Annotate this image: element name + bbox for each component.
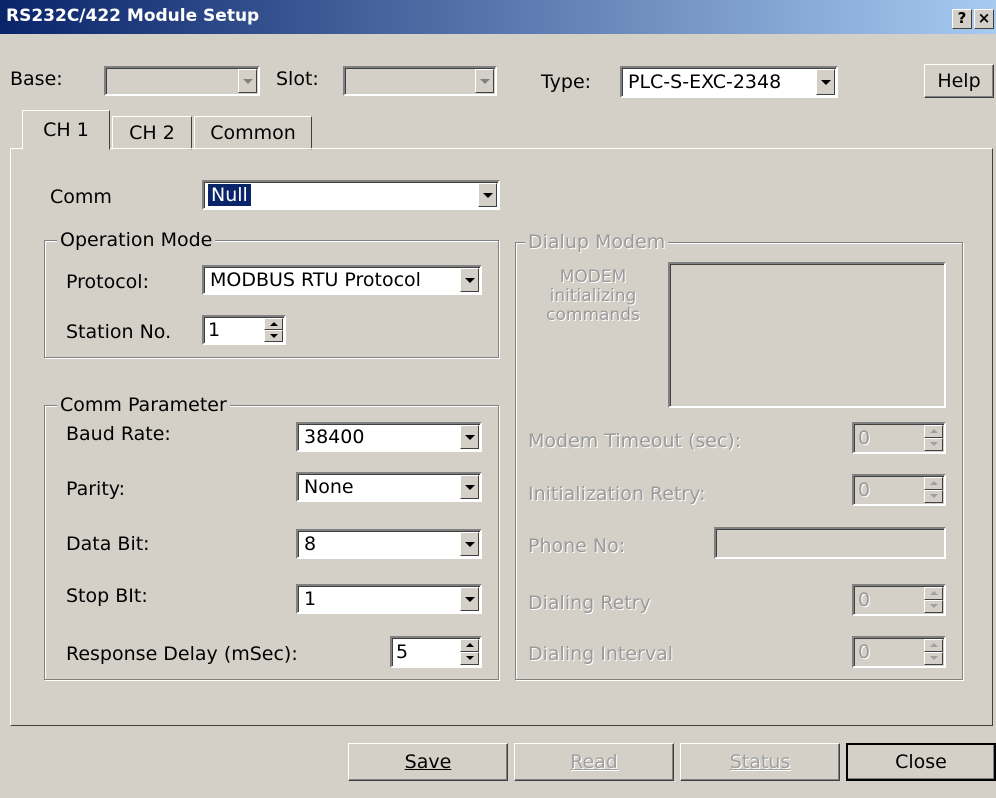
- dialing-retry-spinner[interactable]: 0: [852, 584, 946, 616]
- spin-up-icon[interactable]: [924, 587, 943, 600]
- spin-down-icon[interactable]: [264, 330, 283, 342]
- modem-init-commands-textarea[interactable]: [668, 262, 946, 408]
- spin-up-icon[interactable]: [264, 318, 283, 330]
- modem-timeout-spin-buttons[interactable]: [924, 425, 943, 451]
- operation-mode-title: Operation Mode: [57, 229, 216, 251]
- station-no-label: Station No.: [66, 321, 172, 343]
- help-button[interactable]: Help: [924, 64, 994, 98]
- dialing-retry-label: Dialing Retry: [528, 592, 651, 614]
- read-button[interactable]: Read: [514, 743, 674, 781]
- response-delay-spin-buttons[interactable]: [460, 639, 479, 665]
- type-select[interactable]: PLC-S-EXC-2348: [620, 66, 838, 98]
- comm-label: Comm: [50, 186, 112, 208]
- dialing-interval-spin-buttons[interactable]: [924, 639, 943, 665]
- tab-ch2[interactable]: CH 2: [112, 116, 192, 150]
- parity-dropdown-arrow-icon[interactable]: [460, 475, 479, 499]
- save-button[interactable]: Save: [348, 743, 508, 781]
- base-label: Base:: [10, 68, 63, 90]
- close-window-button[interactable]: ×: [974, 9, 994, 29]
- comm-select[interactable]: Null: [202, 180, 500, 210]
- modem-timeout-spinner[interactable]: 0: [852, 422, 946, 454]
- dialing-interval-label: Dialing Interval: [528, 643, 674, 665]
- initialization-retry-spin-buttons[interactable]: [924, 477, 943, 503]
- slot-select[interactable]: [343, 66, 497, 96]
- comm-parameter-title: Comm Parameter: [57, 394, 230, 416]
- data-bit-label: Data Bit:: [66, 533, 150, 555]
- protocol-dropdown-arrow-icon[interactable]: [460, 268, 479, 292]
- spin-down-icon[interactable]: [460, 652, 479, 665]
- stop-bit-label: Stop BIt:: [66, 585, 148, 607]
- tab-common[interactable]: Common: [194, 116, 312, 150]
- response-delay-spinner[interactable]: 5: [390, 636, 482, 668]
- data-bit-select[interactable]: 8: [296, 529, 482, 559]
- comm-dropdown-arrow-icon[interactable]: [478, 183, 497, 207]
- phone-no-field[interactable]: [714, 527, 946, 559]
- response-delay-label: Response Delay (mSec):: [66, 643, 298, 665]
- parity-label: Parity:: [66, 478, 126, 500]
- base-dropdown-arrow-icon[interactable]: [238, 69, 257, 93]
- protocol-label: Protocol:: [66, 271, 149, 293]
- initialization-retry-label: Initialization Retry:: [528, 483, 706, 505]
- title-bar: RS232C/422 Module Setup ? ×: [0, 0, 996, 34]
- base-select[interactable]: [104, 66, 260, 96]
- baud-rate-select[interactable]: 38400: [296, 422, 482, 452]
- dialup-modem-title: Dialup Modem: [525, 231, 669, 253]
- spin-up-icon[interactable]: [924, 477, 943, 490]
- stop-bit-select[interactable]: 1: [296, 584, 482, 614]
- slot-dropdown-arrow-icon[interactable]: [475, 69, 494, 93]
- phone-no-label: Phone No:: [528, 535, 626, 557]
- spin-down-icon[interactable]: [924, 652, 943, 665]
- context-help-button[interactable]: ?: [952, 9, 972, 29]
- type-dropdown-arrow-icon[interactable]: [816, 69, 835, 95]
- spin-up-icon[interactable]: [924, 425, 943, 438]
- close-button[interactable]: Close: [846, 743, 996, 781]
- spin-up-icon[interactable]: [460, 639, 479, 652]
- protocol-select[interactable]: MODBUS RTU Protocol: [202, 265, 482, 295]
- initialization-retry-spinner[interactable]: 0: [852, 474, 946, 506]
- station-no-spin-buttons[interactable]: [264, 318, 283, 342]
- baud-rate-dropdown-arrow-icon[interactable]: [460, 425, 479, 449]
- modem-timeout-label: Modem Timeout (sec):: [528, 430, 742, 452]
- modem-init-label: MODEM initializing commands: [546, 267, 640, 325]
- dialing-retry-spin-buttons[interactable]: [924, 587, 943, 613]
- slot-label: Slot:: [276, 68, 319, 90]
- spin-down-icon[interactable]: [924, 490, 943, 503]
- dialing-interval-spinner[interactable]: 0: [852, 636, 946, 668]
- spin-up-icon[interactable]: [924, 639, 943, 652]
- data-bit-dropdown-arrow-icon[interactable]: [460, 532, 479, 556]
- status-button[interactable]: Status: [680, 743, 840, 781]
- window-title: RS232C/422 Module Setup: [6, 6, 260, 26]
- tab-ch1[interactable]: CH 1: [22, 110, 110, 150]
- spin-down-icon[interactable]: [924, 600, 943, 613]
- spin-down-icon[interactable]: [924, 438, 943, 451]
- type-label: Type:: [541, 71, 592, 93]
- baud-rate-label: Baud Rate:: [66, 423, 171, 445]
- parity-select[interactable]: None: [296, 472, 482, 502]
- station-no-spinner[interactable]: 1: [202, 315, 286, 345]
- stop-bit-dropdown-arrow-icon[interactable]: [460, 587, 479, 611]
